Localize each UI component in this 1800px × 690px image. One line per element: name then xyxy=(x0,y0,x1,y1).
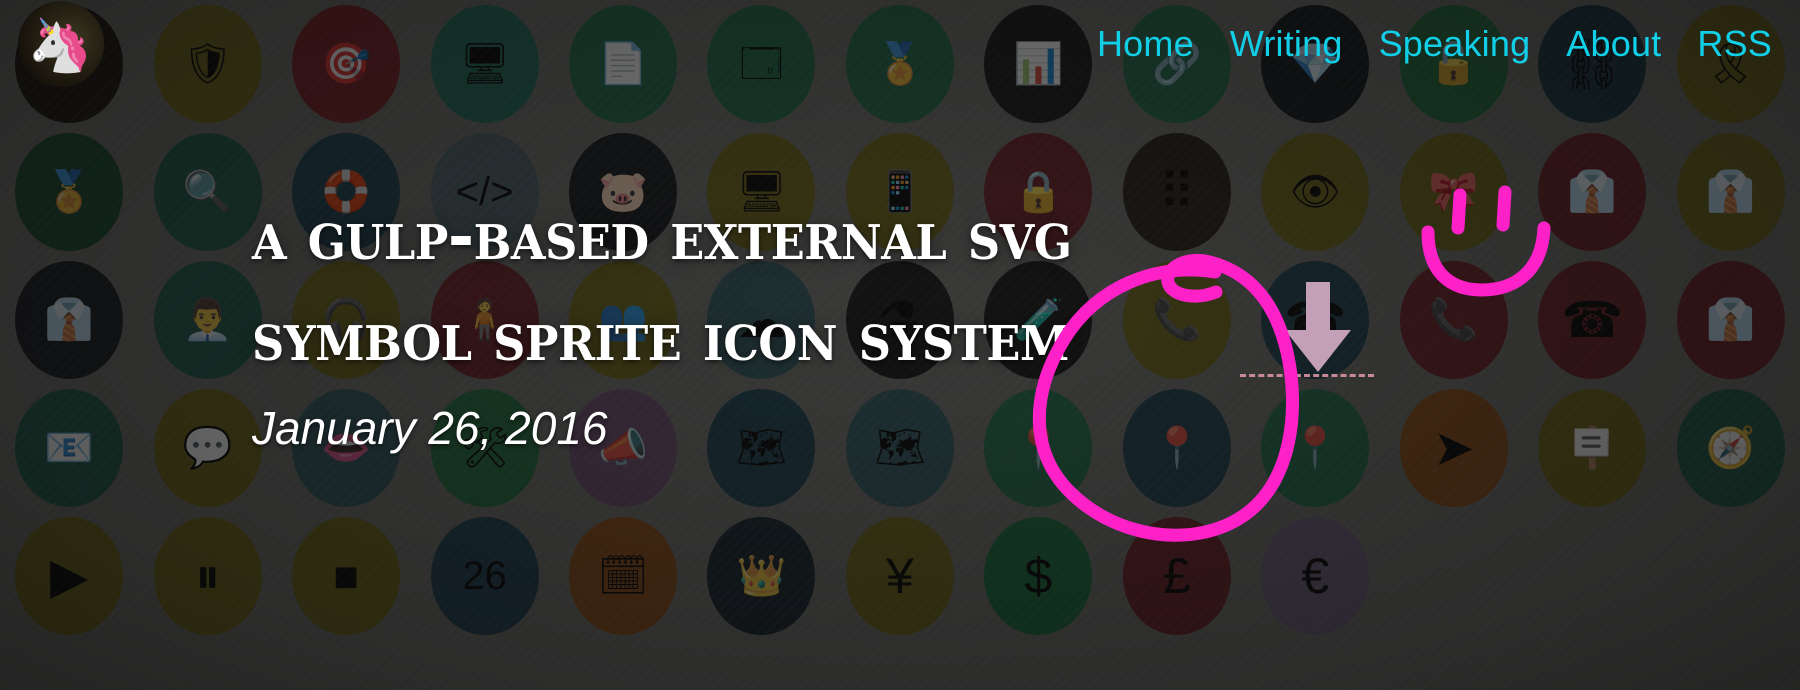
nav-link-speaking[interactable]: Speaking xyxy=(1379,23,1531,65)
bowtie-icon-glyph: 🎀 xyxy=(1428,170,1479,214)
location-pin-gold-icon: 📍 xyxy=(1122,389,1231,507)
calendar-26-icon-glyph: 26 xyxy=(462,554,507,598)
pause-slider-icon-glyph: ⏸ xyxy=(195,548,221,604)
hero-text-block: A Gulp-Based External SVG Symbol Sprite … xyxy=(252,186,1133,451)
necktie-icon: 👔 xyxy=(1538,133,1647,251)
tie-icon-glyph: 👔 xyxy=(44,298,95,342)
award-ribbon-icon: 🏅 xyxy=(15,133,124,251)
phone-old-icon: ☎ xyxy=(1538,261,1647,379)
money-bag-pound-icon: £ xyxy=(1122,517,1231,635)
pause-slider-icon: ⏸ xyxy=(153,517,262,635)
signpost-icon-glyph: 🪧 xyxy=(1567,426,1618,470)
mobile-mail-icon: 📧 xyxy=(15,389,124,507)
eye-icon-glyph: 👁 xyxy=(1289,170,1341,214)
page-title: A Gulp-Based External SVG Symbol Sprite … xyxy=(252,196,1072,377)
phone-call-icon: 📞 xyxy=(1399,261,1508,379)
mobile-chat-icon-glyph: 💬 xyxy=(182,426,233,470)
necktie-icon-glyph: 👔 xyxy=(1567,170,1618,214)
phone-ring-icon-glyph: 📞 xyxy=(1151,298,1202,342)
phone-old-icon-glyph: ☎ xyxy=(1561,292,1624,348)
calendar-26-icon: 26 xyxy=(430,517,539,635)
location-pin-icon: 📍 xyxy=(1261,389,1370,507)
phone-ring-icon: 📞 xyxy=(1122,261,1231,379)
money-bag-dollar-icon: $ xyxy=(984,517,1093,635)
site-navigation: 🦄 Home Writing Speaking About RSS xyxy=(0,0,1800,88)
magnifier-icon-glyph: 🔍 xyxy=(182,170,233,214)
tie-dark-icon: 👔 xyxy=(1676,133,1785,251)
tie-icon: 👔 xyxy=(15,261,124,379)
calendar-grid-icon: 🗓 xyxy=(569,517,678,635)
mobile-mail-icon-glyph: 📧 xyxy=(44,426,95,470)
nav-link-rss[interactable]: RSS xyxy=(1697,23,1772,65)
magnifier-icon: 🔍 xyxy=(153,133,262,251)
signpost-icon: 🪧 xyxy=(1538,389,1647,507)
money-bag-euro-icon: € xyxy=(1261,517,1370,635)
play-slider-icon-glyph: ▶ xyxy=(49,548,89,604)
nav-link-list: Home Writing Speaking About RSS xyxy=(1097,23,1780,65)
tie-stripe-icon: 👔 xyxy=(1676,261,1785,379)
money-bag-dollar-icon-glyph: $ xyxy=(1024,548,1053,604)
mobile-chat-icon: 💬 xyxy=(153,389,262,507)
download-marker xyxy=(1268,282,1368,374)
play-slider-icon: ▶ xyxy=(15,517,124,635)
nav-link-writing[interactable]: Writing xyxy=(1230,23,1343,65)
eye-icon: 👁 xyxy=(1261,133,1370,251)
money-bag-pound-icon-glyph: £ xyxy=(1162,548,1191,604)
unicorn-logo-icon: 🦄 xyxy=(27,17,93,75)
businessman-icon: 👨‍💼 xyxy=(153,261,262,379)
navigation-arrow-icon: ➤ xyxy=(1399,389,1508,507)
money-bag-euro-icon-glyph: € xyxy=(1301,548,1330,604)
tie-stripe-icon-glyph: 👔 xyxy=(1705,298,1756,342)
nav-link-about[interactable]: About xyxy=(1566,23,1661,65)
download-arrow-icon xyxy=(1285,282,1351,372)
compass-icon-glyph: 🧭 xyxy=(1705,426,1756,470)
crown-icon-glyph: 👑 xyxy=(736,554,787,598)
location-pin-gold-icon-glyph: 📍 xyxy=(1151,426,1202,470)
compass-icon: 🧭 xyxy=(1676,389,1785,507)
bowtie-icon: 🎀 xyxy=(1399,133,1508,251)
award-ribbon-icon-glyph: 🏅 xyxy=(44,170,95,214)
money-bag-yen-icon: ¥ xyxy=(845,517,954,635)
navigation-arrow-icon-glyph: ➤ xyxy=(1432,420,1475,476)
binary-code-icon-glyph: ⠿ xyxy=(1158,164,1196,220)
crown-icon: 👑 xyxy=(707,517,816,635)
site-logo[interactable]: 🦄 xyxy=(18,1,104,87)
tie-dark-icon-glyph: 👔 xyxy=(1705,170,1756,214)
stop-slider-icon-glyph: ⏹ xyxy=(333,548,359,604)
phone-call-icon-glyph: 📞 xyxy=(1428,298,1479,342)
money-bag-yen-icon-glyph: ¥ xyxy=(886,548,914,604)
page-hero-banner: 🛡🎯🖥📄🗔🏅📊🔗💎🔓⛓🎗🏅🔍🛟</>🐷🖥📱🔒⠿👁🎀👔👔👔👨‍💼🎧🧍👥☁⚗🧪📞☎📞… xyxy=(0,0,1800,690)
calendar-grid-icon-glyph: 🗓 xyxy=(597,554,649,598)
stop-slider-icon: ⏹ xyxy=(292,517,401,635)
location-pin-icon-glyph: 📍 xyxy=(1290,426,1341,470)
nav-link-home[interactable]: Home xyxy=(1097,23,1194,65)
businessman-icon-glyph: 👨‍💼 xyxy=(182,298,233,342)
binary-code-icon: ⠿ xyxy=(1122,133,1231,251)
post-date: January 26, 2016 xyxy=(252,402,608,455)
dashed-separator-rule xyxy=(1240,374,1374,377)
